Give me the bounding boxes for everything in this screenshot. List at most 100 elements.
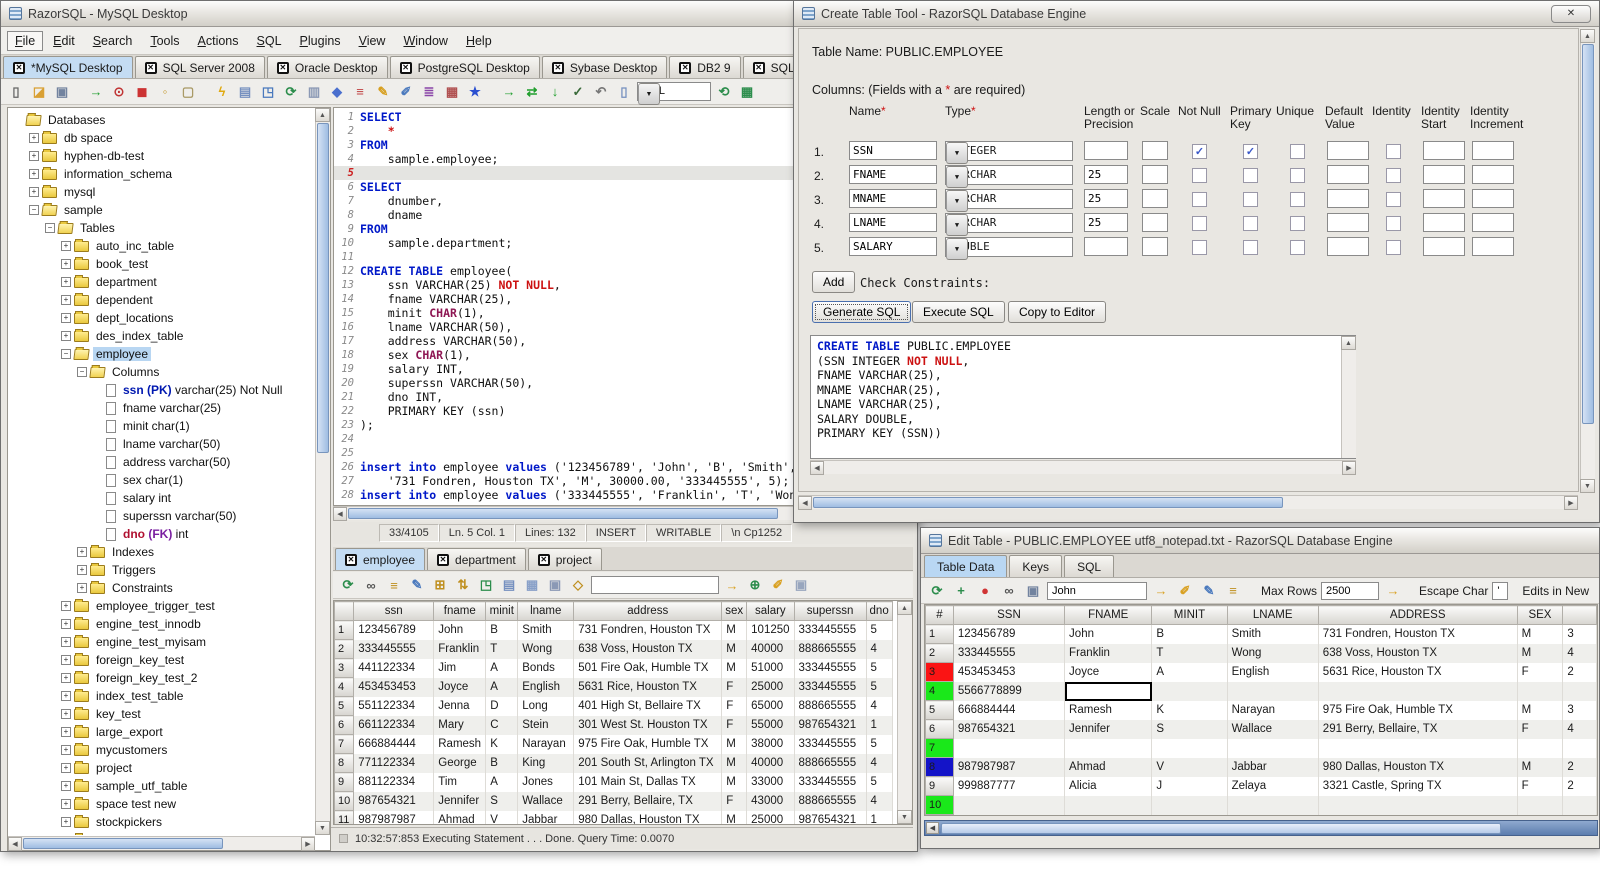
cell[interactable]: 4 bbox=[866, 791, 893, 811]
scroll-down-icon[interactable]: ▼ bbox=[1580, 479, 1595, 493]
results-search-input[interactable] bbox=[591, 576, 719, 594]
collapse-icon[interactable]: − bbox=[61, 349, 71, 359]
cell[interactable]: 453453453 bbox=[353, 677, 435, 697]
cell[interactable]: 987654321 bbox=[794, 715, 867, 735]
row-number[interactable]: 3 bbox=[334, 658, 355, 678]
cell[interactable]: 123456789 bbox=[953, 624, 1066, 644]
primary-key-checkbox[interactable] bbox=[1243, 216, 1258, 231]
cell[interactable]: 661122334 bbox=[353, 715, 435, 735]
max-rows-input[interactable] bbox=[1321, 581, 1380, 600]
tree-item[interactable]: + dependent bbox=[9, 291, 314, 309]
highlight-icon[interactable]: ✐ bbox=[768, 575, 788, 595]
cell[interactable]: 501 Fire Oak, Humble TX bbox=[573, 658, 723, 678]
close-tab-icon[interactable]: ✕ bbox=[276, 61, 289, 74]
cell[interactable] bbox=[1227, 795, 1319, 815]
cell[interactable]: 731 Fondren, Houston TX bbox=[1318, 624, 1518, 644]
expand-icon[interactable]: + bbox=[29, 187, 39, 197]
cell[interactable]: 5 bbox=[866, 734, 893, 754]
expand-icon[interactable]: + bbox=[29, 133, 39, 143]
cell[interactable]: 51000 bbox=[746, 658, 795, 678]
cell[interactable] bbox=[1517, 738, 1564, 758]
tree-item[interactable]: ssn (PK) varchar(25) Not Null bbox=[9, 381, 314, 399]
column-name-input[interactable] bbox=[849, 213, 937, 232]
compare-icon[interactable]: ✐ bbox=[396, 82, 416, 102]
connection-tab[interactable]: ✕ SQL Server 2008 bbox=[134, 56, 265, 78]
tree-item[interactable]: salary int bbox=[9, 489, 314, 507]
cell[interactable]: 43000 bbox=[746, 791, 795, 811]
close-tab-icon[interactable]: ✕ bbox=[144, 61, 157, 74]
cell[interactable]: 291 Berry, Bellaire, TX bbox=[573, 791, 723, 811]
expand-icon[interactable]: + bbox=[61, 313, 71, 323]
expand-icon[interactable]: + bbox=[61, 799, 71, 809]
cell[interactable]: Jabbar bbox=[517, 810, 575, 824]
cell[interactable]: B bbox=[485, 620, 519, 640]
tree-item[interactable]: + space test new bbox=[9, 795, 314, 813]
export-icon[interactable]: ◳ bbox=[476, 575, 496, 595]
cell[interactable]: Mary bbox=[433, 715, 487, 735]
insert-column-icon[interactable]: ⊞ bbox=[430, 575, 450, 595]
cell[interactable]: 4 bbox=[1562, 719, 1597, 739]
cell[interactable]: 5 bbox=[866, 677, 893, 697]
cell[interactable]: Long bbox=[517, 696, 575, 716]
scale-input[interactable] bbox=[1142, 189, 1168, 208]
expand-icon[interactable]: + bbox=[61, 241, 71, 251]
cell[interactable]: 40000 bbox=[746, 753, 795, 773]
cell[interactable]: 65000 bbox=[746, 696, 795, 716]
import-icon[interactable]: ▦ bbox=[442, 82, 462, 102]
row-number[interactable]: 1 bbox=[334, 620, 355, 640]
cell[interactable]: Jabbar bbox=[1227, 757, 1319, 777]
identity-increment-input[interactable] bbox=[1472, 237, 1514, 256]
tree-item[interactable]: address varchar(50) bbox=[9, 453, 314, 471]
marker-icon[interactable]: ✐ bbox=[1175, 581, 1195, 601]
not-null-checkbox[interactable] bbox=[1192, 168, 1207, 183]
cell[interactable] bbox=[1227, 681, 1319, 701]
execute-sql-button[interactable]: Execute SQL bbox=[912, 301, 1005, 323]
cell[interactable]: 101 Main St, Dallas TX bbox=[573, 772, 723, 792]
cell[interactable]: 453453453 bbox=[953, 662, 1066, 682]
cell[interactable] bbox=[1562, 814, 1597, 815]
cell[interactable] bbox=[1064, 795, 1153, 815]
cell[interactable]: 980 Dallas, Houston TX bbox=[1318, 757, 1518, 777]
view-toggle-icon[interactable]: ∞ bbox=[361, 575, 381, 595]
copy-to-editor-button[interactable]: Copy to Editor bbox=[1008, 301, 1107, 323]
primary-key-checkbox[interactable]: ✓ bbox=[1243, 144, 1258, 159]
refresh-grid-icon[interactable]: ⟳ bbox=[927, 581, 947, 601]
create-titlebar[interactable]: Create Table Tool - RazorSQL Database En… bbox=[794, 1, 1599, 27]
scroll-left-icon[interactable]: ◀ bbox=[333, 507, 347, 521]
cell[interactable]: 333445555 bbox=[794, 772, 867, 792]
find-file-icon[interactable]: ◳ bbox=[258, 82, 278, 102]
cell[interactable]: Ahmad bbox=[433, 810, 487, 824]
save-edits-icon[interactable]: ▣ bbox=[1023, 581, 1043, 601]
connection-tab[interactable]: ✕ Sybase Desktop bbox=[541, 56, 668, 78]
expand-icon[interactable]: + bbox=[61, 763, 71, 773]
cell[interactable]: Alicia bbox=[1064, 776, 1153, 796]
cell[interactable]: S bbox=[1151, 719, 1228, 739]
cell[interactable]: 638 Voss, Houston TX bbox=[573, 639, 723, 659]
cell[interactable] bbox=[953, 795, 1066, 815]
cell[interactable]: 333445555 bbox=[953, 643, 1066, 663]
clipboard-icon[interactable]: ▥ bbox=[304, 82, 324, 102]
new-connection-icon[interactable]: ◦ bbox=[155, 82, 175, 102]
options-icon[interactable]: ◇ bbox=[568, 575, 588, 595]
collapse-icon[interactable]: − bbox=[77, 367, 87, 377]
cell[interactable]: Tim bbox=[433, 772, 487, 792]
column-name-input[interactable] bbox=[849, 165, 937, 184]
tree-item[interactable]: + mycustomers bbox=[9, 741, 314, 759]
connection-tab[interactable]: ✕ DB2 9 bbox=[669, 56, 741, 78]
column-header[interactable]: dno bbox=[865, 601, 893, 621]
cell[interactable]: Ramesh bbox=[433, 734, 487, 754]
cell[interactable]: 201 South St, Arlington TX bbox=[573, 753, 723, 773]
tree-scroll-thumb[interactable] bbox=[317, 123, 329, 453]
cell[interactable]: B bbox=[1151, 624, 1228, 644]
identity-start-input[interactable] bbox=[1423, 237, 1465, 256]
cell[interactable]: M bbox=[721, 734, 748, 754]
escape-char-input[interactable] bbox=[1492, 581, 1509, 600]
cell[interactable]: F bbox=[721, 677, 748, 697]
scroll-left-icon[interactable]: ◀ bbox=[810, 461, 824, 475]
collapse-icon[interactable]: − bbox=[29, 205, 39, 215]
cell[interactable]: 25000 bbox=[746, 810, 795, 824]
identity-increment-input[interactable] bbox=[1472, 213, 1514, 232]
edit-cell-icon[interactable]: ✎ bbox=[407, 575, 427, 595]
row-number[interactable]: 1 bbox=[925, 624, 954, 644]
close-icon[interactable]: ✕ bbox=[1551, 4, 1591, 23]
